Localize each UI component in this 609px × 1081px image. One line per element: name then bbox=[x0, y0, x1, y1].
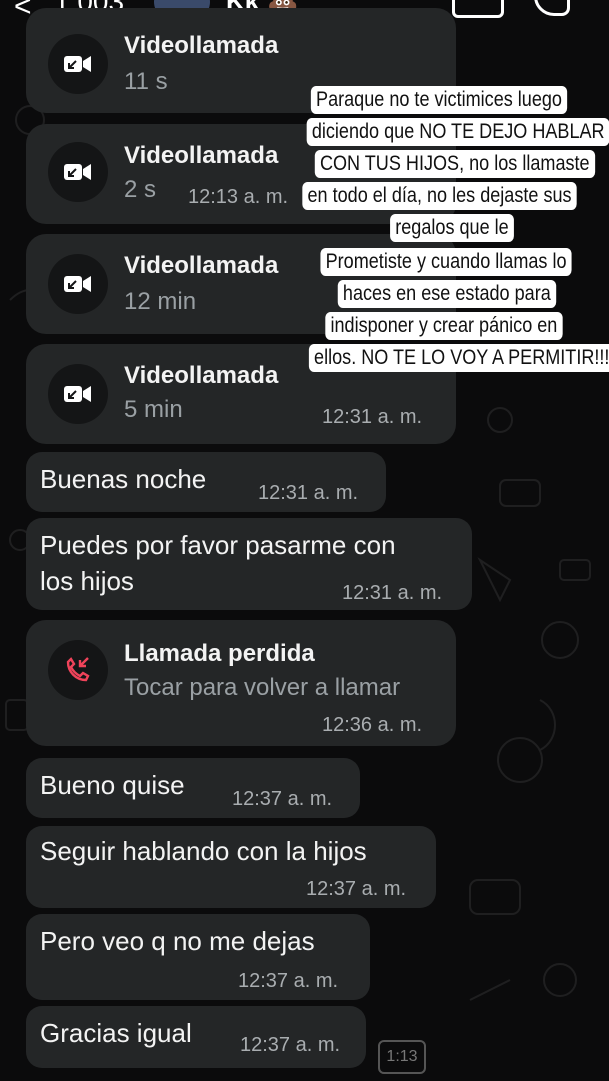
message-time: 12:37 a. m. bbox=[306, 878, 407, 900]
video-call-icon bbox=[48, 364, 108, 424]
call-duration: 12 min bbox=[124, 288, 197, 315]
overlay-line: haces en ese estado para bbox=[337, 280, 556, 308]
message-text: Puedes por favor pasarme con bbox=[40, 530, 396, 560]
message-bubble[interactable]: Gracias igual 12:37 a. m. bbox=[26, 1006, 366, 1068]
call-duration: 2 s bbox=[124, 176, 157, 203]
call-title: Videollamada bbox=[124, 252, 279, 279]
message-text: Gracias igual bbox=[40, 1018, 192, 1048]
message-bubble[interactable]: Puedes por favor pasarme con los hijos 1… bbox=[26, 518, 472, 610]
message-text: Bueno quise bbox=[40, 770, 185, 800]
call-time: 12:31 a. m. bbox=[322, 406, 423, 428]
message-text: los hijos bbox=[40, 566, 134, 596]
missed-call-icon bbox=[48, 640, 108, 700]
missed-call-bubble[interactable]: Llamada perdida Tocar para volver a llam… bbox=[26, 620, 456, 746]
overlay-line: Paraque no te victimices luego bbox=[310, 86, 568, 114]
video-call-icon bbox=[48, 142, 108, 202]
overlay-line: en todo el día, no les dejaste sus bbox=[302, 182, 577, 210]
call-title: Videollamada bbox=[124, 142, 279, 169]
message-bubble[interactable]: Pero veo q no me dejas 12:37 a. m. bbox=[26, 914, 370, 1000]
phone-icon[interactable] bbox=[534, 0, 570, 16]
overlay-line: ellos. NO TE LO VOY A PERMITIR!!! bbox=[308, 344, 609, 372]
call-duration: 11 s bbox=[124, 68, 168, 95]
message-time: 12:37 a. m. bbox=[238, 970, 339, 992]
call-title: Videollamada bbox=[124, 32, 279, 59]
video-call-icon bbox=[48, 34, 108, 94]
missed-call-title: Llamada perdida bbox=[124, 640, 315, 667]
overlay-line: regalos que le bbox=[390, 214, 514, 242]
message-bubble[interactable]: Buenas noche 12:31 a. m. bbox=[26, 452, 386, 512]
overlay-line: CON TUS HIJOS, no los llamaste bbox=[314, 150, 595, 178]
overlay-line: indisponer y crear pánico en bbox=[325, 312, 563, 340]
message-time: 12:31 a. m. bbox=[342, 582, 443, 604]
overlay-line: Prometiste y cuando llamas lo bbox=[320, 248, 572, 276]
message-bubble[interactable]: Bueno quise 12:37 a. m. bbox=[26, 758, 360, 818]
overlay-line: diciendo que NO TE DEJO HABLAR bbox=[306, 118, 609, 146]
call-time: 12:13 a. m. bbox=[188, 186, 289, 208]
call-duration: 5 min bbox=[124, 396, 183, 423]
message-time: 12:31 a. m. bbox=[258, 482, 359, 504]
video-call-icon bbox=[48, 254, 108, 314]
message-time: 12:37 a. m. bbox=[232, 788, 333, 810]
call-title: Videollamada bbox=[124, 362, 279, 389]
message-bubble[interactable]: Seguir hablando con la hijos 12:37 a. m. bbox=[26, 826, 436, 908]
video-camera-icon[interactable] bbox=[452, 0, 504, 18]
corner-stamp: 1:13 bbox=[378, 1040, 426, 1074]
message-text: Buenas noche bbox=[40, 464, 207, 494]
message-text: Pero veo q no me dejas bbox=[40, 926, 315, 956]
message-text: Seguir hablando con la hijos bbox=[40, 836, 367, 866]
missed-call-subtitle: Tocar para volver a llamar bbox=[124, 674, 401, 701]
message-time: 12:37 a. m. bbox=[240, 1034, 341, 1056]
missed-call-time: 12:36 a. m. bbox=[322, 714, 423, 736]
